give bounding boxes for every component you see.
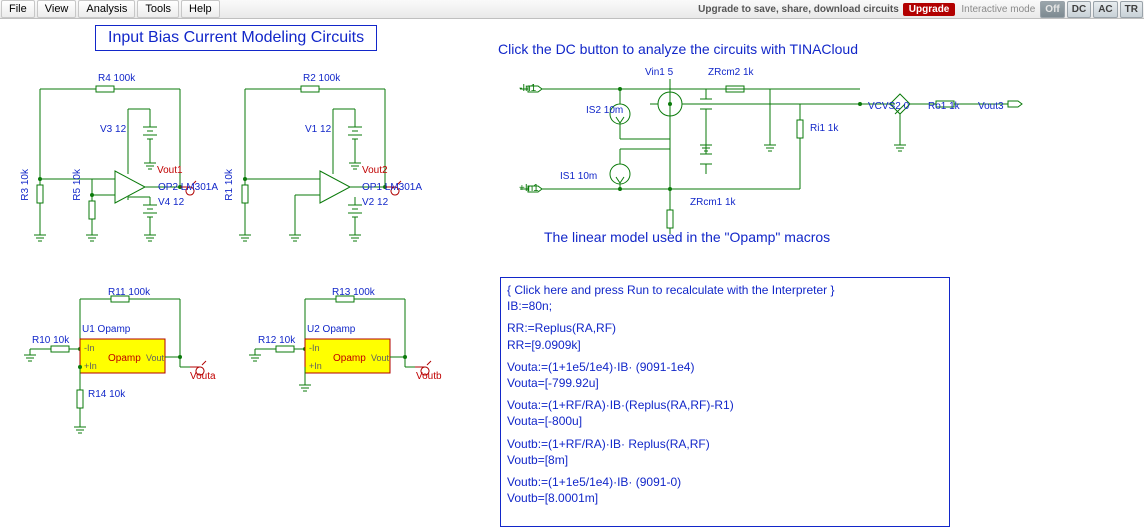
label-r1: R1 10k [224,169,235,201]
interp-l3: RR=[9.0909k] [507,337,943,353]
opamp-a-text: Opamp [108,353,141,364]
menu-help[interactable]: Help [181,0,220,18]
interp-l11: Voutb=[8.0001m] [507,490,943,506]
page-title: Input Bias Current Modeling Circuits [95,25,377,51]
schematic-lower-left: Opamp -In +In Vout [30,279,450,439]
hint-model: The linear model used in the "Opamp" mac… [544,229,830,245]
label-op2: OP2 LM301A [158,182,218,193]
label-r4: R4 100k [98,73,135,84]
label-is2: IS2 10m [586,105,623,116]
label-zrcm1: ZRcm1 1k [690,197,736,208]
mode-ac-button[interactable]: AC [1093,1,1117,18]
interp-l1: IB:=80n; [507,298,943,314]
label-zrcm2: ZRcm2 1k [708,67,754,78]
svg-text:-In: -In [309,343,320,353]
top-toolbar: File View Analysis Tools Help Upgrade to… [0,0,1144,19]
interp-l7: Vouta=[-800u] [507,413,943,429]
interp-l5: Vouta=[-799.92u] [507,375,943,391]
menu-tools[interactable]: Tools [137,0,179,18]
menu-file[interactable]: File [1,0,35,18]
label-vin1: Vin1 5 [645,67,673,78]
interp-l0: { Click here and press Run to recalculat… [507,282,943,298]
label-r11: R11 100k [108,287,150,298]
svg-text:Vout: Vout [146,353,165,363]
svg-text:Vout: Vout [371,353,390,363]
label-v4: V4 12 [158,197,184,208]
schematic-upper-right [500,69,1080,229]
label-r3: R3 10k [20,169,31,201]
interp-l9: Voutb=[8m] [507,452,943,468]
label-ri1: Ri1 1k [810,123,838,134]
interp-l4: Vouta:=(1+1e5/1e4)·IB· (9091-1e4) [507,359,943,375]
label-r5: R5 10k [72,169,83,201]
label-nin1: -In1 [519,83,536,94]
menu-analysis[interactable]: Analysis [78,0,135,18]
interp-l8: Voutb:=(1+RF/RA)·IB· Replus(RA,RF) [507,436,943,452]
label-v2: V2 12 [362,197,388,208]
hint-dc: Click the DC button to analyze the circu… [498,41,858,57]
interp-l6: Vouta:=(1+RF/RA)·IB·(Replus(RA,RF)-R1) [507,397,943,413]
label-r10: R10 10k [32,335,69,346]
menu-view[interactable]: View [37,0,77,18]
label-v3: V3 12 [100,124,126,135]
label-op1: OP1 LM301A [362,182,422,193]
upgrade-text: Upgrade to save, share, download circuit… [698,4,899,15]
label-vout2: Vout2 [362,165,388,176]
interpreter-box[interactable]: { Click here and press Run to recalculat… [500,277,950,527]
interp-l2: RR:=Replus(RA,RF) [507,320,943,336]
svg-text:-In: -In [84,343,95,353]
label-is1: IS1 10m [560,171,597,182]
interp-l10: Voutb:=(1+1e5/1e4)·IB· (9091-0) [507,474,943,490]
label-vout3: Vout3 [978,101,1004,112]
svg-text:+In: +In [84,361,97,371]
interactive-mode-label: Interactive mode [961,4,1035,15]
label-u2: U2 Opamp [307,324,355,335]
svg-text:+In: +In [309,361,322,371]
label-voutb: Voutb [416,371,442,382]
opamp-b-text: Opamp [333,353,366,364]
label-r2: R2 100k [303,73,340,84]
label-vcvs2: VCVS2 0 [868,101,909,112]
label-r12: R12 10k [258,335,295,346]
mode-off-button[interactable]: Off [1040,1,1064,18]
label-r13: R13 100k [332,287,375,298]
label-r14: R14 10k [88,389,125,400]
label-v1: V1 12 [305,124,331,135]
label-vouta: Vouta [190,371,216,382]
label-ro1: Ro1 1k [928,101,960,112]
label-u1: U1 Opamp [82,324,130,335]
mode-tr-button[interactable]: TR [1120,1,1143,18]
upgrade-button[interactable]: Upgrade [903,3,956,16]
schematic-upper-left [20,69,440,249]
schematic-canvas[interactable]: Input Bias Current Modeling Circuits Cli… [0,19,1144,532]
mode-dc-button[interactable]: DC [1067,1,1091,18]
label-pin1: +In1 [519,183,539,194]
label-vout1: Vout1 [157,165,183,176]
